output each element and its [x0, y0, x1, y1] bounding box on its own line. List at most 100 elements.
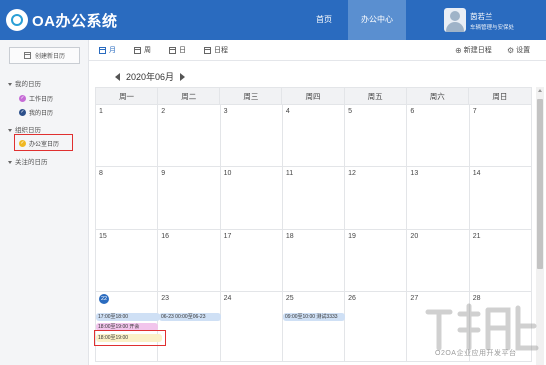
calendar-toolbar: 月 周 日 日程 ⊕ 新建日程 ⚙ 设置 — [89, 40, 546, 61]
sidebar-item-work-calendar[interactable]: ✓ 工作日历 — [19, 94, 53, 103]
weekday-label: 周三 — [220, 88, 283, 105]
day-number: 13 — [410, 170, 419, 177]
day-number: 24 — [223, 295, 232, 302]
scroll-up-icon[interactable] — [538, 89, 542, 92]
day-number: 16 — [161, 233, 170, 240]
calendar-event[interactable]: 17:00至18:00 — [96, 313, 160, 321]
sidebar-item-label: 工作日历 — [29, 97, 54, 103]
day-number: 23 — [161, 295, 170, 302]
day-cell[interactable]: 25 — [282, 292, 346, 362]
day-cell[interactable]: 2 — [158, 105, 221, 167]
day-number: 7 — [472, 108, 477, 115]
nav-home[interactable]: 首页 — [300, 0, 348, 40]
calendar-event[interactable]: 09:00至10:00 测试3333 — [283, 313, 345, 321]
day-number: 6 — [410, 108, 415, 115]
calendar-icon — [23, 52, 31, 59]
avatar[interactable] — [444, 8, 466, 32]
weekday-header: 周一 周二 周三 周四 周五 周六 周日 — [95, 87, 532, 105]
create-calendar-button[interactable]: 创建新日历 — [9, 47, 80, 64]
day-cell[interactable]: 6 — [407, 105, 470, 167]
view-month-button[interactable]: 月 — [99, 45, 116, 55]
scrollbar-thumb[interactable] — [537, 99, 543, 269]
group-org-calendars[interactable]: 组织日历 — [8, 124, 41, 134]
day-cell[interactable]: 3 — [220, 105, 283, 167]
plus-circle-icon: ⊕ — [455, 45, 462, 55]
sidebar-item-my-calendar[interactable]: ✓ 我的日历 — [19, 108, 53, 117]
week-row: 1 2 3 4 5 6 7 — [95, 105, 532, 167]
day-cell[interactable]: 23 — [158, 292, 221, 362]
day-number: 21 — [472, 233, 481, 240]
week-row: 8 9 10 11 12 13 14 — [95, 167, 532, 230]
day-number: 20 — [410, 233, 419, 240]
day-cell[interactable]: 21 — [469, 230, 532, 292]
prev-month-icon[interactable] — [115, 72, 120, 81]
day-cell[interactable]: 4 — [282, 105, 346, 167]
day-number: 11 — [285, 170, 294, 177]
day-cell[interactable]: 20 — [407, 230, 470, 292]
create-calendar-label: 创建新日历 — [34, 54, 65, 60]
weekday-label: 周日 — [492, 92, 508, 101]
calendar-sidebar: 创建新日历 — [0, 40, 89, 365]
day-cell[interactable]: 1 — [96, 105, 159, 167]
app-title: OA办公系统 — [32, 13, 118, 30]
group-my-calendars[interactable]: 我的日历 — [8, 78, 41, 88]
day-cell[interactable]: 15 — [96, 230, 159, 292]
settings-button[interactable]: ⚙ 设置 — [507, 45, 530, 55]
sidebar-item-label: 我的日历 — [29, 111, 54, 117]
vertical-scrollbar[interactable] — [536, 87, 544, 365]
day-cell[interactable]: 12 — [345, 167, 408, 230]
day-cell[interactable]: 16 — [158, 230, 221, 292]
day-cell[interactable]: 9 — [158, 167, 221, 230]
day-number: 27 — [410, 295, 419, 302]
app-logo-icon — [6, 9, 28, 31]
today-badge: 22 — [99, 294, 109, 304]
weekday-label: 周五 — [345, 88, 407, 105]
day-cell[interactable]: 10 — [220, 167, 283, 230]
month-label: 2020年06月 — [126, 72, 175, 82]
new-event-button[interactable]: ⊕ 新建日程 — [455, 45, 492, 55]
group-label: 关注的日历 — [15, 159, 48, 166]
day-number: 10 — [223, 170, 232, 177]
group-label: 组织日历 — [15, 127, 41, 134]
day-cell[interactable]: 8 — [96, 167, 159, 230]
day-cell[interactable]: 26 — [345, 292, 408, 362]
day-number: 19 — [348, 233, 356, 240]
day-number: 17 — [223, 233, 232, 240]
day-cell[interactable]: 11 — [282, 167, 346, 230]
day-cell[interactable]: 14 — [469, 167, 532, 230]
day-number: 4 — [285, 108, 290, 115]
month-navigator: 2020年06月 — [115, 70, 186, 83]
day-number: 15 — [99, 233, 107, 240]
weekday-label: 周六 — [407, 88, 469, 105]
day-number: 2 — [161, 108, 166, 115]
view-schedule-button[interactable]: 日程 — [204, 45, 228, 55]
group-followed-calendars[interactable]: 关注的日历 — [8, 156, 48, 166]
day-number: 8 — [99, 170, 103, 177]
view-label: 月 — [109, 47, 116, 54]
view-week-button[interactable]: 周 — [134, 45, 151, 55]
calendar-event[interactable]: 06-23 00:00至06-23 — [159, 313, 221, 321]
day-cell[interactable]: 18 — [282, 230, 346, 292]
caret-down-icon — [8, 82, 12, 86]
week-row: 15 16 17 18 19 20 21 — [95, 230, 532, 292]
check-circle-icon: ✓ — [19, 95, 26, 102]
day-cell[interactable]: 13 — [407, 167, 470, 230]
day-number: 5 — [348, 108, 353, 115]
day-number: 14 — [472, 170, 481, 177]
day-number: 1 — [99, 108, 103, 115]
nav-office-center[interactable]: 办公中心 — [348, 0, 406, 40]
new-event-label: 新建日程 — [463, 47, 492, 54]
day-cell[interactable]: 17 — [220, 230, 283, 292]
day-cell[interactable]: 7 — [469, 105, 532, 167]
view-label: 周 — [144, 47, 151, 54]
day-cell[interactable]: 24 — [220, 292, 283, 362]
day-cell[interactable]: 5 — [345, 105, 408, 167]
view-day-button[interactable]: 日 — [169, 45, 186, 55]
next-month-icon[interactable] — [180, 72, 186, 81]
day-cell[interactable]: 19 — [345, 230, 408, 292]
day-number: 9 — [161, 170, 166, 177]
day-number: 12 — [348, 170, 356, 177]
day-number: 18 — [285, 233, 294, 240]
view-label: 日程 — [214, 47, 228, 54]
caret-down-icon — [8, 128, 12, 132]
